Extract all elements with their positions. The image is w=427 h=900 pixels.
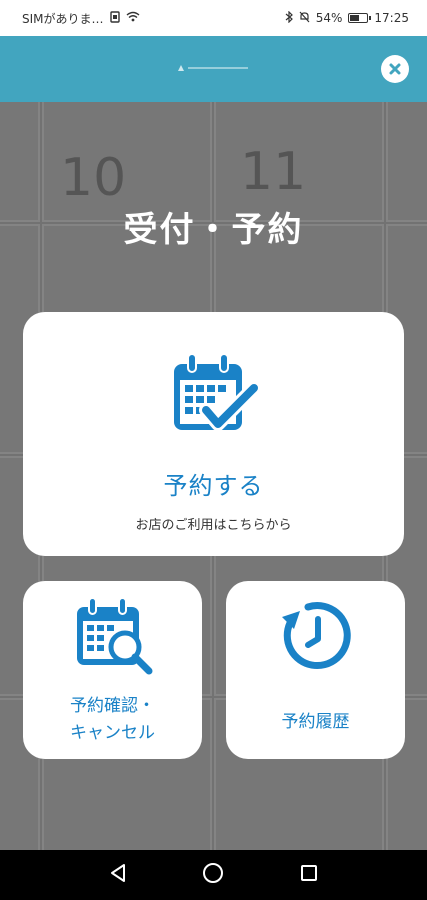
recents-button[interactable] [294, 860, 324, 890]
calendar-search-icon [75, 597, 153, 679]
close-icon [388, 62, 402, 76]
app-logo [174, 61, 254, 78]
clock-history-icon [278, 597, 356, 679]
status-left: SIMがありま… [22, 10, 140, 27]
battery-fill [350, 15, 359, 21]
history-title: 予約履歴 [281, 712, 350, 732]
close-button[interactable] [381, 55, 409, 83]
confirm-cancel-title-line2: キャンセル [70, 723, 155, 743]
main-content: 10 11 受付・予約 予約する お店のご利用はこちらから 予約確認・ キャンセ… [0, 102, 427, 850]
mute-bell-icon [299, 11, 310, 26]
back-triangle-icon [109, 863, 127, 887]
app-header [0, 36, 427, 102]
history-card[interactable]: 予約履歴 [226, 581, 405, 759]
page-title: 受付・予約 [123, 210, 304, 250]
battery-icon [348, 13, 372, 23]
reserve-subtitle: お店のご利用はこちらから [135, 518, 292, 533]
reserve-card[interactable]: 予約する お店のご利用はこちらから [23, 312, 404, 556]
wifi-icon [126, 11, 140, 25]
recents-square-icon [300, 864, 318, 886]
status-right: 54% 17:25 [285, 10, 409, 26]
back-button[interactable] [103, 860, 133, 890]
battery-percent: 54% [315, 11, 343, 25]
reserve-title: 予約する [163, 472, 264, 500]
confirm-cancel-card[interactable]: 予約確認・ キャンセル [23, 581, 202, 759]
confirm-cancel-title: 予約確認・ キャンセル [23, 693, 202, 747]
home-button[interactable] [198, 860, 228, 890]
system-nav-bar [0, 850, 427, 900]
confirm-cancel-title-line1: 予約確認・ [70, 696, 155, 716]
clock-time: 17:25 [374, 11, 409, 25]
bluetooth-icon [285, 10, 293, 26]
sim-card-icon [109, 10, 120, 26]
carrier-text: SIMがありま… [22, 11, 104, 26]
status-bar: SIMがありま… 54% 17:25 [0, 0, 427, 36]
calendar-check-icon [170, 352, 261, 446]
home-circle-icon [202, 862, 224, 888]
